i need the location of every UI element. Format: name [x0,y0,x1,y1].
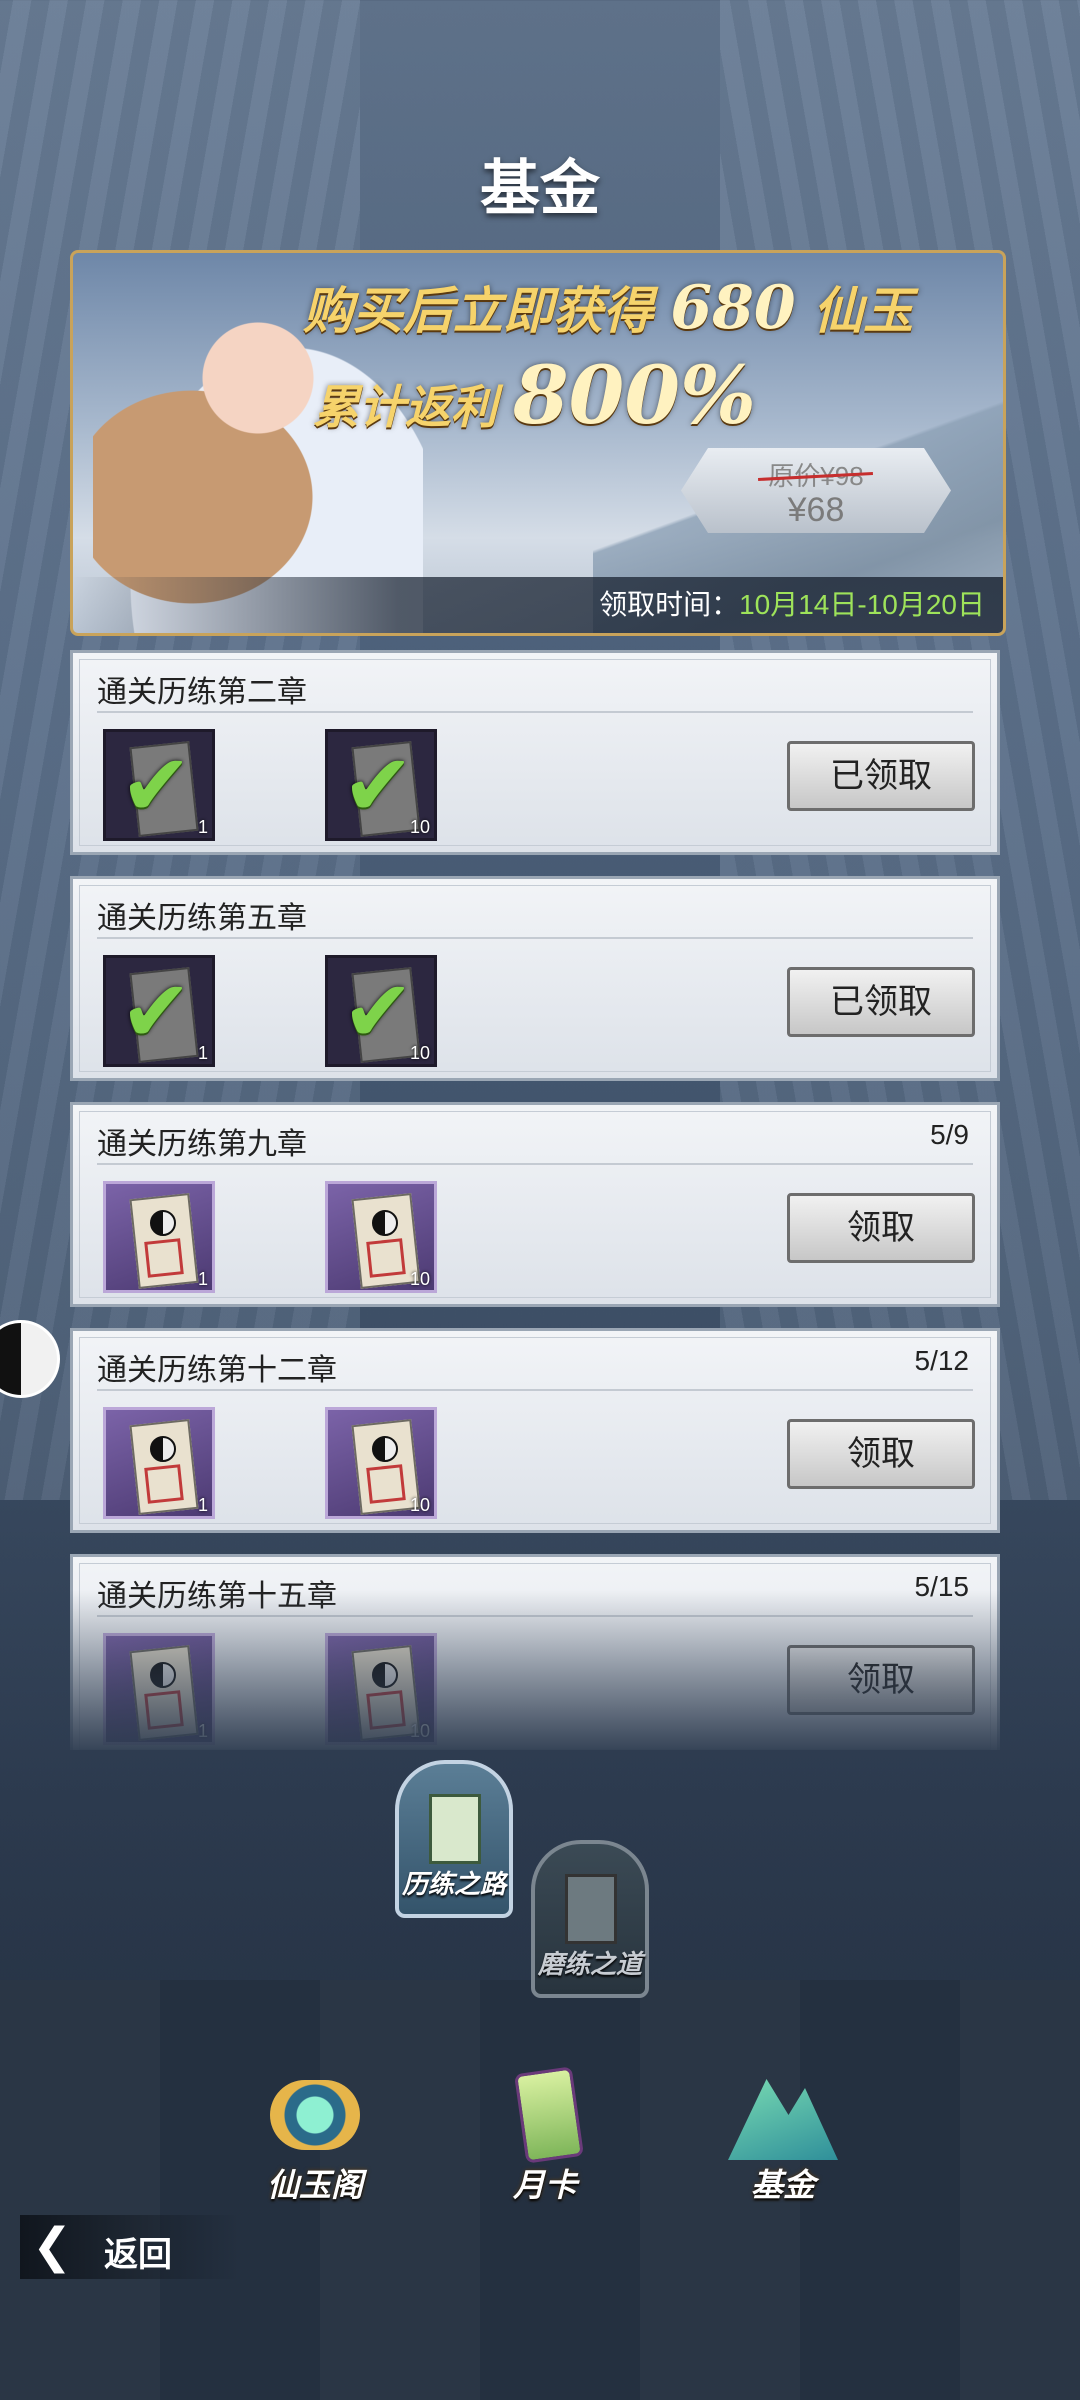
check-icon: ✔ [342,964,415,1060]
back-button[interactable]: ❮ 返回 [20,2215,240,2279]
claim-button[interactable]: 领取 [787,1193,975,1263]
reward-progress: 5/12 [914,1345,970,1376]
claim-period: 领取时间：10月14日-10月20日 [73,577,1003,633]
claim-period-dates: 10月14日-10月20日 [739,589,985,620]
item-count: 10 [409,817,430,837]
nav-label: 基金 [750,2166,815,2204]
reward-item[interactable]: ✔ 1 [103,729,215,841]
item-count: 10 [409,1269,430,1289]
reward-item[interactable]: 1 [103,1407,215,1519]
seal-icon [366,1464,406,1504]
buy-price-button[interactable]: 原价¥98 ¥68 [681,448,951,533]
claim-button[interactable]: 领取 [787,1419,975,1489]
yinyang-icon [372,1210,398,1236]
back-label: 返回 [104,2235,172,2275]
subtab-label: 磨练之道 [537,1950,642,1980]
claim-period-label: 领取时间： [599,589,740,620]
item-count: 1 [197,1269,208,1289]
seal-icon [144,1464,184,1504]
reward-list[interactable]: 通关历练第二章 ✔ 1 ✔ 10 已领取 通关历练第五章 ✔ 1 ✔ 10 已领 [70,650,1000,1750]
item-count: 1 [197,1043,208,1063]
reward-card: 通关历练第五章 ✔ 1 ✔ 10 已领取 [70,876,1000,1081]
item-count: 10 [409,1043,430,1063]
reward-title: 通关历练第二章 [97,676,307,709]
reward-item[interactable]: 10 [325,1181,437,1293]
nav-label: 仙玉阁 [266,2166,363,2204]
banner-headline-prefix: 购买后立即获得 [303,281,653,340]
reward-item[interactable]: ✔ 10 [325,729,437,841]
reward-item[interactable]: 10 [325,1407,437,1519]
reward-card: 通关历练第二章 ✔ 1 ✔ 10 已领取 [70,650,1000,855]
current-price: ¥68 [787,491,845,529]
subtab-label: 历练之路 [401,1870,506,1900]
nav-monthly-card[interactable]: 月卡 [470,2060,620,2206]
reward-title: 通关历练第九章 [97,1128,307,1161]
divider [97,1389,973,1391]
subtab-training-path[interactable]: 历练之路 [394,1760,514,1918]
pavilion-icon [260,2060,370,2160]
page-title: 基金 [480,154,600,224]
divider [97,711,973,713]
check-icon: ✔ [342,738,415,834]
list-fade [70,1590,1000,1750]
monthly-card-icon [490,2060,600,2160]
mountain-fund-icon [728,2060,838,2160]
banner-rebate-percent: 800% [513,348,757,442]
reward-item[interactable]: ✔ 10 [325,955,437,1067]
banner-rebate-prefix: 累计返利 [313,380,497,434]
original-price: 原价¥98 [768,456,863,493]
reward-title: 通关历练第五章 [97,902,307,935]
item-count: 1 [197,817,208,837]
reward-item[interactable]: 1 [103,1181,215,1293]
banner-headline-amount: 680 [670,273,796,343]
banner-headline: 购买后立即获得 680 仙玉 [303,271,913,343]
nav-fund[interactable]: 基金 [708,2060,858,2206]
reward-title: 通关历练第十二章 [97,1354,337,1387]
back-arrow-icon: ❮ [32,2220,73,2273]
check-icon: ✔ [120,964,193,1060]
banner-headline-suffix: 仙玉 [813,281,914,340]
banner-rebate: 累计返利 800% [313,348,756,442]
reward-progress: 5/9 [930,1119,969,1150]
subtab-discipline-way[interactable]: 磨练之道 [530,1840,650,1998]
fund-banner: 购买后立即获得 680 仙玉 累计返利 800% 原价¥98 ¥68 领取时间：… [70,250,1006,636]
seal-icon [144,1238,184,1278]
yinyang-icon [372,1436,398,1462]
reward-item[interactable]: ✔ 1 [103,955,215,1067]
yinyang-icon [150,1436,176,1462]
item-count: 1 [197,1495,208,1515]
reward-card: 通关历练第十二章 5/12 1 10 领取 [70,1328,1000,1533]
nav-label: 月卡 [512,2166,577,2204]
item-count: 10 [409,1495,430,1515]
divider [97,937,973,939]
reward-card: 通关历练第九章 5/9 1 10 领取 [70,1102,1000,1307]
nav-xianyu-pavilion[interactable]: 仙玉阁 [240,2060,390,2206]
check-icon: ✔ [120,738,193,834]
seal-icon [366,1238,406,1278]
yinyang-icon [150,1210,176,1236]
divider [97,1163,973,1165]
claimed-button[interactable]: 已领取 [787,967,975,1037]
claimed-button[interactable]: 已领取 [787,741,975,811]
